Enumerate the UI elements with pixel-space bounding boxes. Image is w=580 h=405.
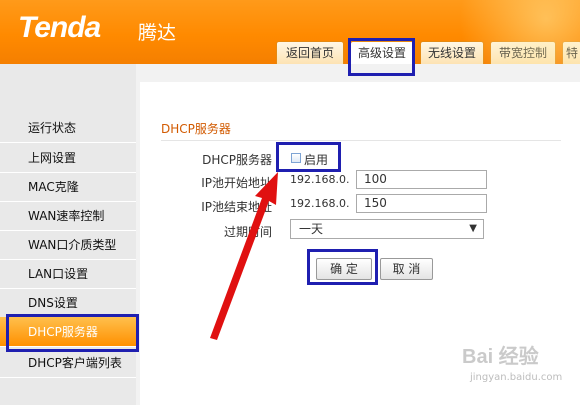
baidu-watermark: Bai 经验 [462,346,539,368]
arrow-icon [210,172,278,340]
watermark-url: jingyan.baidu.com [470,372,563,383]
